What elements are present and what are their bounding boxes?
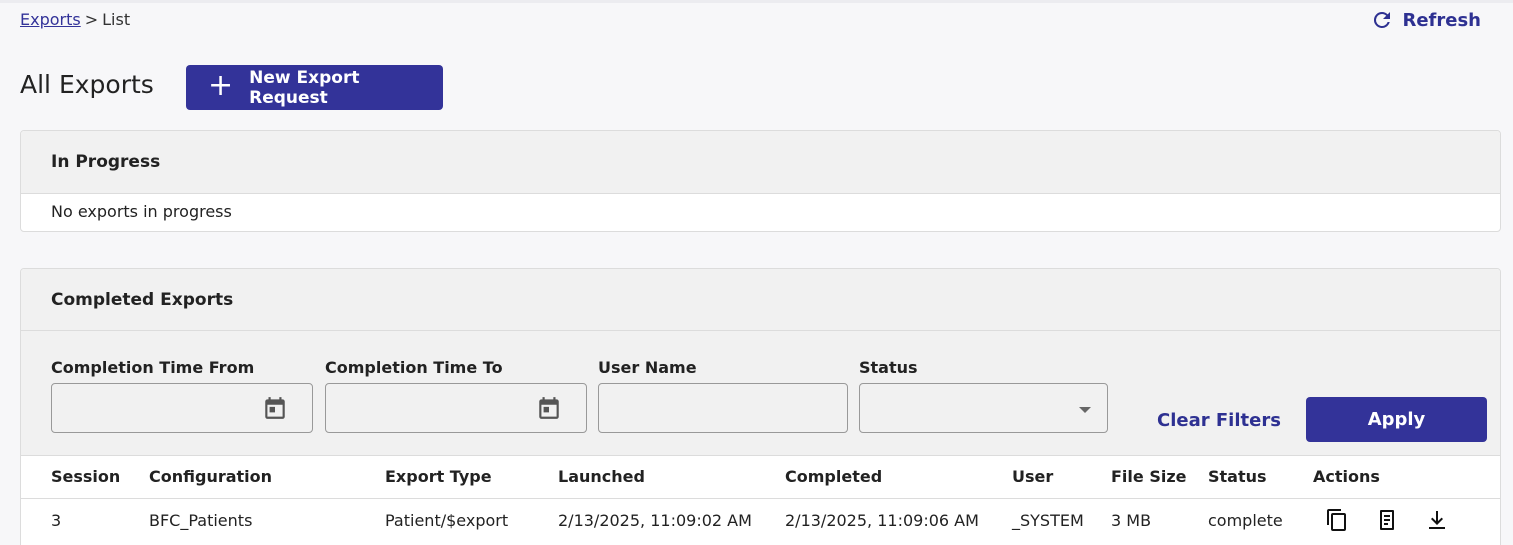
cell-configuration: BFC_Patients [149, 510, 253, 530]
breadcrumb-current: List [102, 10, 131, 29]
download-icon[interactable] [1425, 508, 1449, 532]
copy-icon[interactable] [1325, 508, 1349, 532]
column-header-actions: Actions [1313, 456, 1500, 499]
column-header-status: Status [1208, 456, 1313, 499]
in-progress-title: In Progress [21, 131, 1500, 194]
cell-launched: 2/13/2025, 11:09:02 AM [558, 510, 752, 530]
breadcrumb-exports-link[interactable]: Exports [20, 10, 81, 29]
apply-button[interactable]: Apply [1306, 397, 1487, 442]
user-name-label: User Name [598, 358, 697, 377]
status-label: Status [859, 358, 918, 377]
column-header-file-size: File Size [1111, 456, 1208, 499]
completion-time-to-filter: Completion Time To [325, 358, 587, 433]
completed-exports-title: Completed Exports [21, 269, 1500, 331]
column-header-export-type: Export Type [385, 456, 558, 499]
breadcrumb-separator: > [84, 10, 99, 29]
status-filter: Status [859, 358, 1108, 433]
cell-file-size: 3 MB [1111, 510, 1152, 530]
cell-actions [1313, 498, 1500, 542]
completed-exports-table: Session Configuration Export Type Launch… [21, 456, 1500, 542]
table-row: 3 BFC_Patients Patient/$export 2/13/2025… [21, 498, 1500, 542]
refresh-icon [1374, 11, 1391, 28]
calendar-icon[interactable] [536, 395, 562, 421]
filters-bar: Completion Time From Completion Time To … [21, 331, 1500, 456]
column-header-session: Session [21, 456, 149, 499]
cell-user: _SYSTEM [1012, 510, 1084, 530]
clear-filters-button[interactable]: Clear Filters [1157, 410, 1281, 431]
user-name-filter: User Name [598, 358, 848, 433]
in-progress-panel: In Progress No exports in progress [20, 130, 1501, 232]
table-header-row: Session Configuration Export Type Launch… [21, 456, 1500, 499]
column-header-completed: Completed [785, 456, 1012, 499]
user-name-input[interactable] [598, 383, 848, 433]
page-title: All Exports [20, 70, 154, 99]
calendar-icon[interactable] [262, 395, 288, 421]
column-header-user: User [1012, 456, 1111, 499]
new-export-request-button[interactable]: + New Export Request [186, 65, 443, 110]
cell-session: 3 [51, 510, 62, 530]
top-border [0, 0, 1513, 3]
completion-time-to-label: Completion Time To [325, 358, 503, 377]
cell-status: complete [1208, 510, 1283, 530]
column-header-launched: Launched [558, 456, 785, 499]
document-icon[interactable] [1375, 508, 1399, 532]
chevron-down-icon [1079, 407, 1091, 413]
completion-time-from-input[interactable] [51, 383, 313, 433]
completion-time-from-filter: Completion Time From [51, 358, 313, 433]
in-progress-empty-message: No exports in progress [51, 202, 232, 221]
breadcrumb: Exports > List [20, 10, 130, 29]
completed-exports-panel: Completed Exports Completion Time From C… [20, 268, 1501, 545]
cell-completed: 2/13/2025, 11:09:06 AM [785, 510, 979, 530]
column-header-configuration: Configuration [149, 456, 385, 499]
completion-time-from-label: Completion Time From [51, 358, 255, 377]
cell-export-type: Patient/$export [385, 510, 509, 530]
new-export-request-label: New Export Request [249, 67, 360, 108]
plus-icon: + [208, 68, 234, 103]
refresh-button[interactable]: Refresh [1370, 8, 1481, 32]
refresh-label: Refresh [1402, 9, 1481, 31]
completion-time-to-input[interactable] [325, 383, 587, 433]
status-select[interactable] [859, 383, 1108, 433]
